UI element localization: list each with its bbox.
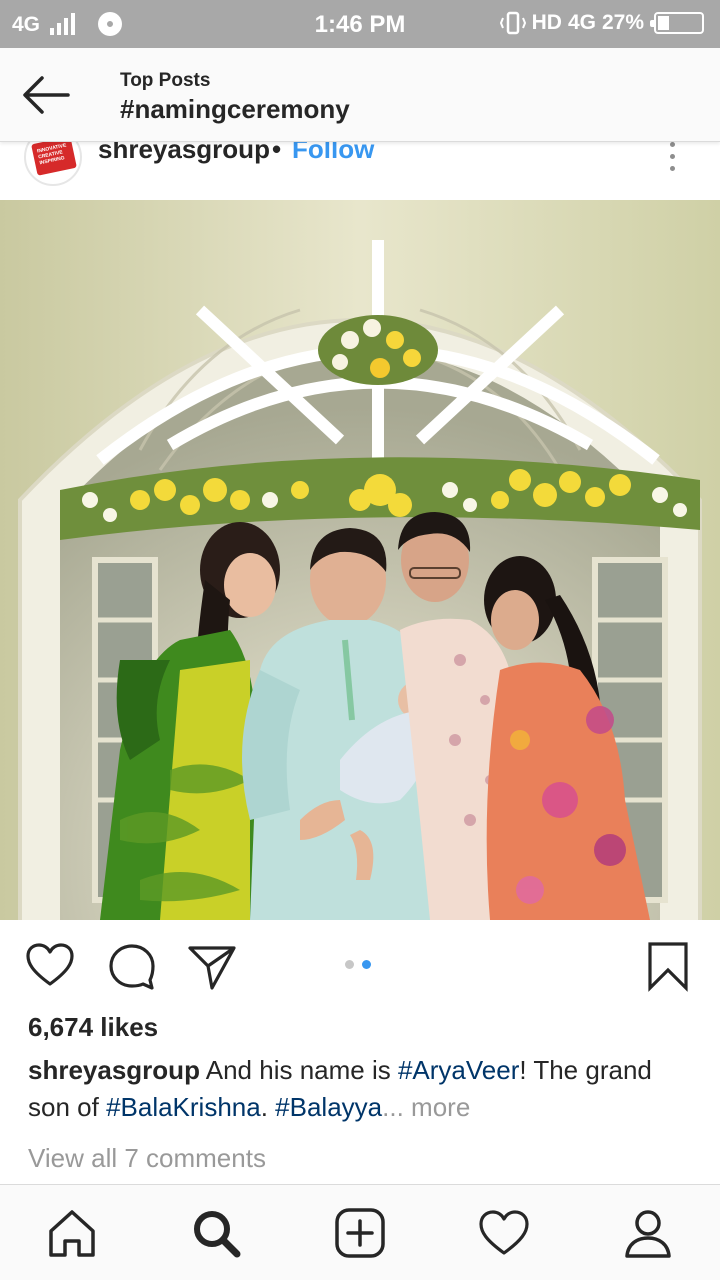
bookmark-icon[interactable] xyxy=(642,940,694,992)
hashtag-link[interactable]: #Balayya xyxy=(275,1092,382,1122)
hashtag-link[interactable]: #BalaKrishna xyxy=(106,1092,261,1122)
post-username[interactable]: shreyasgroup xyxy=(98,142,270,165)
hd-label: HD xyxy=(531,11,562,34)
comment-bubble-icon[interactable] xyxy=(106,940,158,992)
more-options-icon[interactable] xyxy=(662,142,682,171)
caption-text: And his name is xyxy=(199,1055,398,1085)
battery-percent: 27% xyxy=(601,11,644,34)
plus-square-icon[interactable] xyxy=(332,1205,388,1261)
post-caption: shreyasgroup And his name is #AryaVeer! … xyxy=(28,1052,698,1126)
caption-username[interactable]: shreyasgroup xyxy=(28,1055,200,1085)
carousel-indicator xyxy=(345,960,371,969)
heart-outline-icon[interactable] xyxy=(476,1205,532,1261)
post-photo[interactable] xyxy=(0,200,720,920)
carousel-dot xyxy=(345,960,354,969)
caption-ellipsis: ... xyxy=(382,1092,404,1122)
top-bar: Top Posts #namingceremony xyxy=(0,48,720,142)
more-link[interactable]: more xyxy=(404,1092,470,1122)
carousel-dot xyxy=(362,960,371,969)
separator-dot: • xyxy=(272,142,282,164)
likes-count[interactable]: 6,674 likes xyxy=(28,1012,158,1043)
heart-icon[interactable] xyxy=(24,940,76,992)
vibrate-icon xyxy=(499,11,526,35)
bottom-navigation xyxy=(0,1184,720,1280)
battery-icon xyxy=(650,12,704,34)
header-subtitle: Top Posts xyxy=(120,70,211,91)
caption-text: . xyxy=(260,1092,276,1122)
back-arrow-icon[interactable] xyxy=(18,70,74,120)
avatar[interactable]: INNOVATIVE CREATIVE INSPIRING xyxy=(24,142,82,186)
status-right: HD 4G 27% xyxy=(499,11,704,35)
follow-button[interactable]: Follow xyxy=(292,142,374,165)
profile-icon[interactable] xyxy=(620,1205,676,1261)
hashtag-link[interactable]: #AryaVeer xyxy=(398,1055,519,1085)
home-icon[interactable] xyxy=(44,1205,100,1261)
status-bar: 4G 1:46 PM HD 4G 27% xyxy=(0,0,720,48)
network-type-right: 4G xyxy=(567,11,596,34)
post-header: INNOVATIVE CREATIVE INSPIRING shreyasgro… xyxy=(0,142,720,200)
paper-plane-icon[interactable] xyxy=(186,940,238,992)
post-actions xyxy=(0,936,720,996)
page-title: #namingceremony xyxy=(120,94,350,124)
search-icon[interactable] xyxy=(188,1205,244,1261)
family-photo-illustration xyxy=(0,200,720,920)
view-comments-link[interactable]: View all 7 comments xyxy=(28,1143,266,1174)
